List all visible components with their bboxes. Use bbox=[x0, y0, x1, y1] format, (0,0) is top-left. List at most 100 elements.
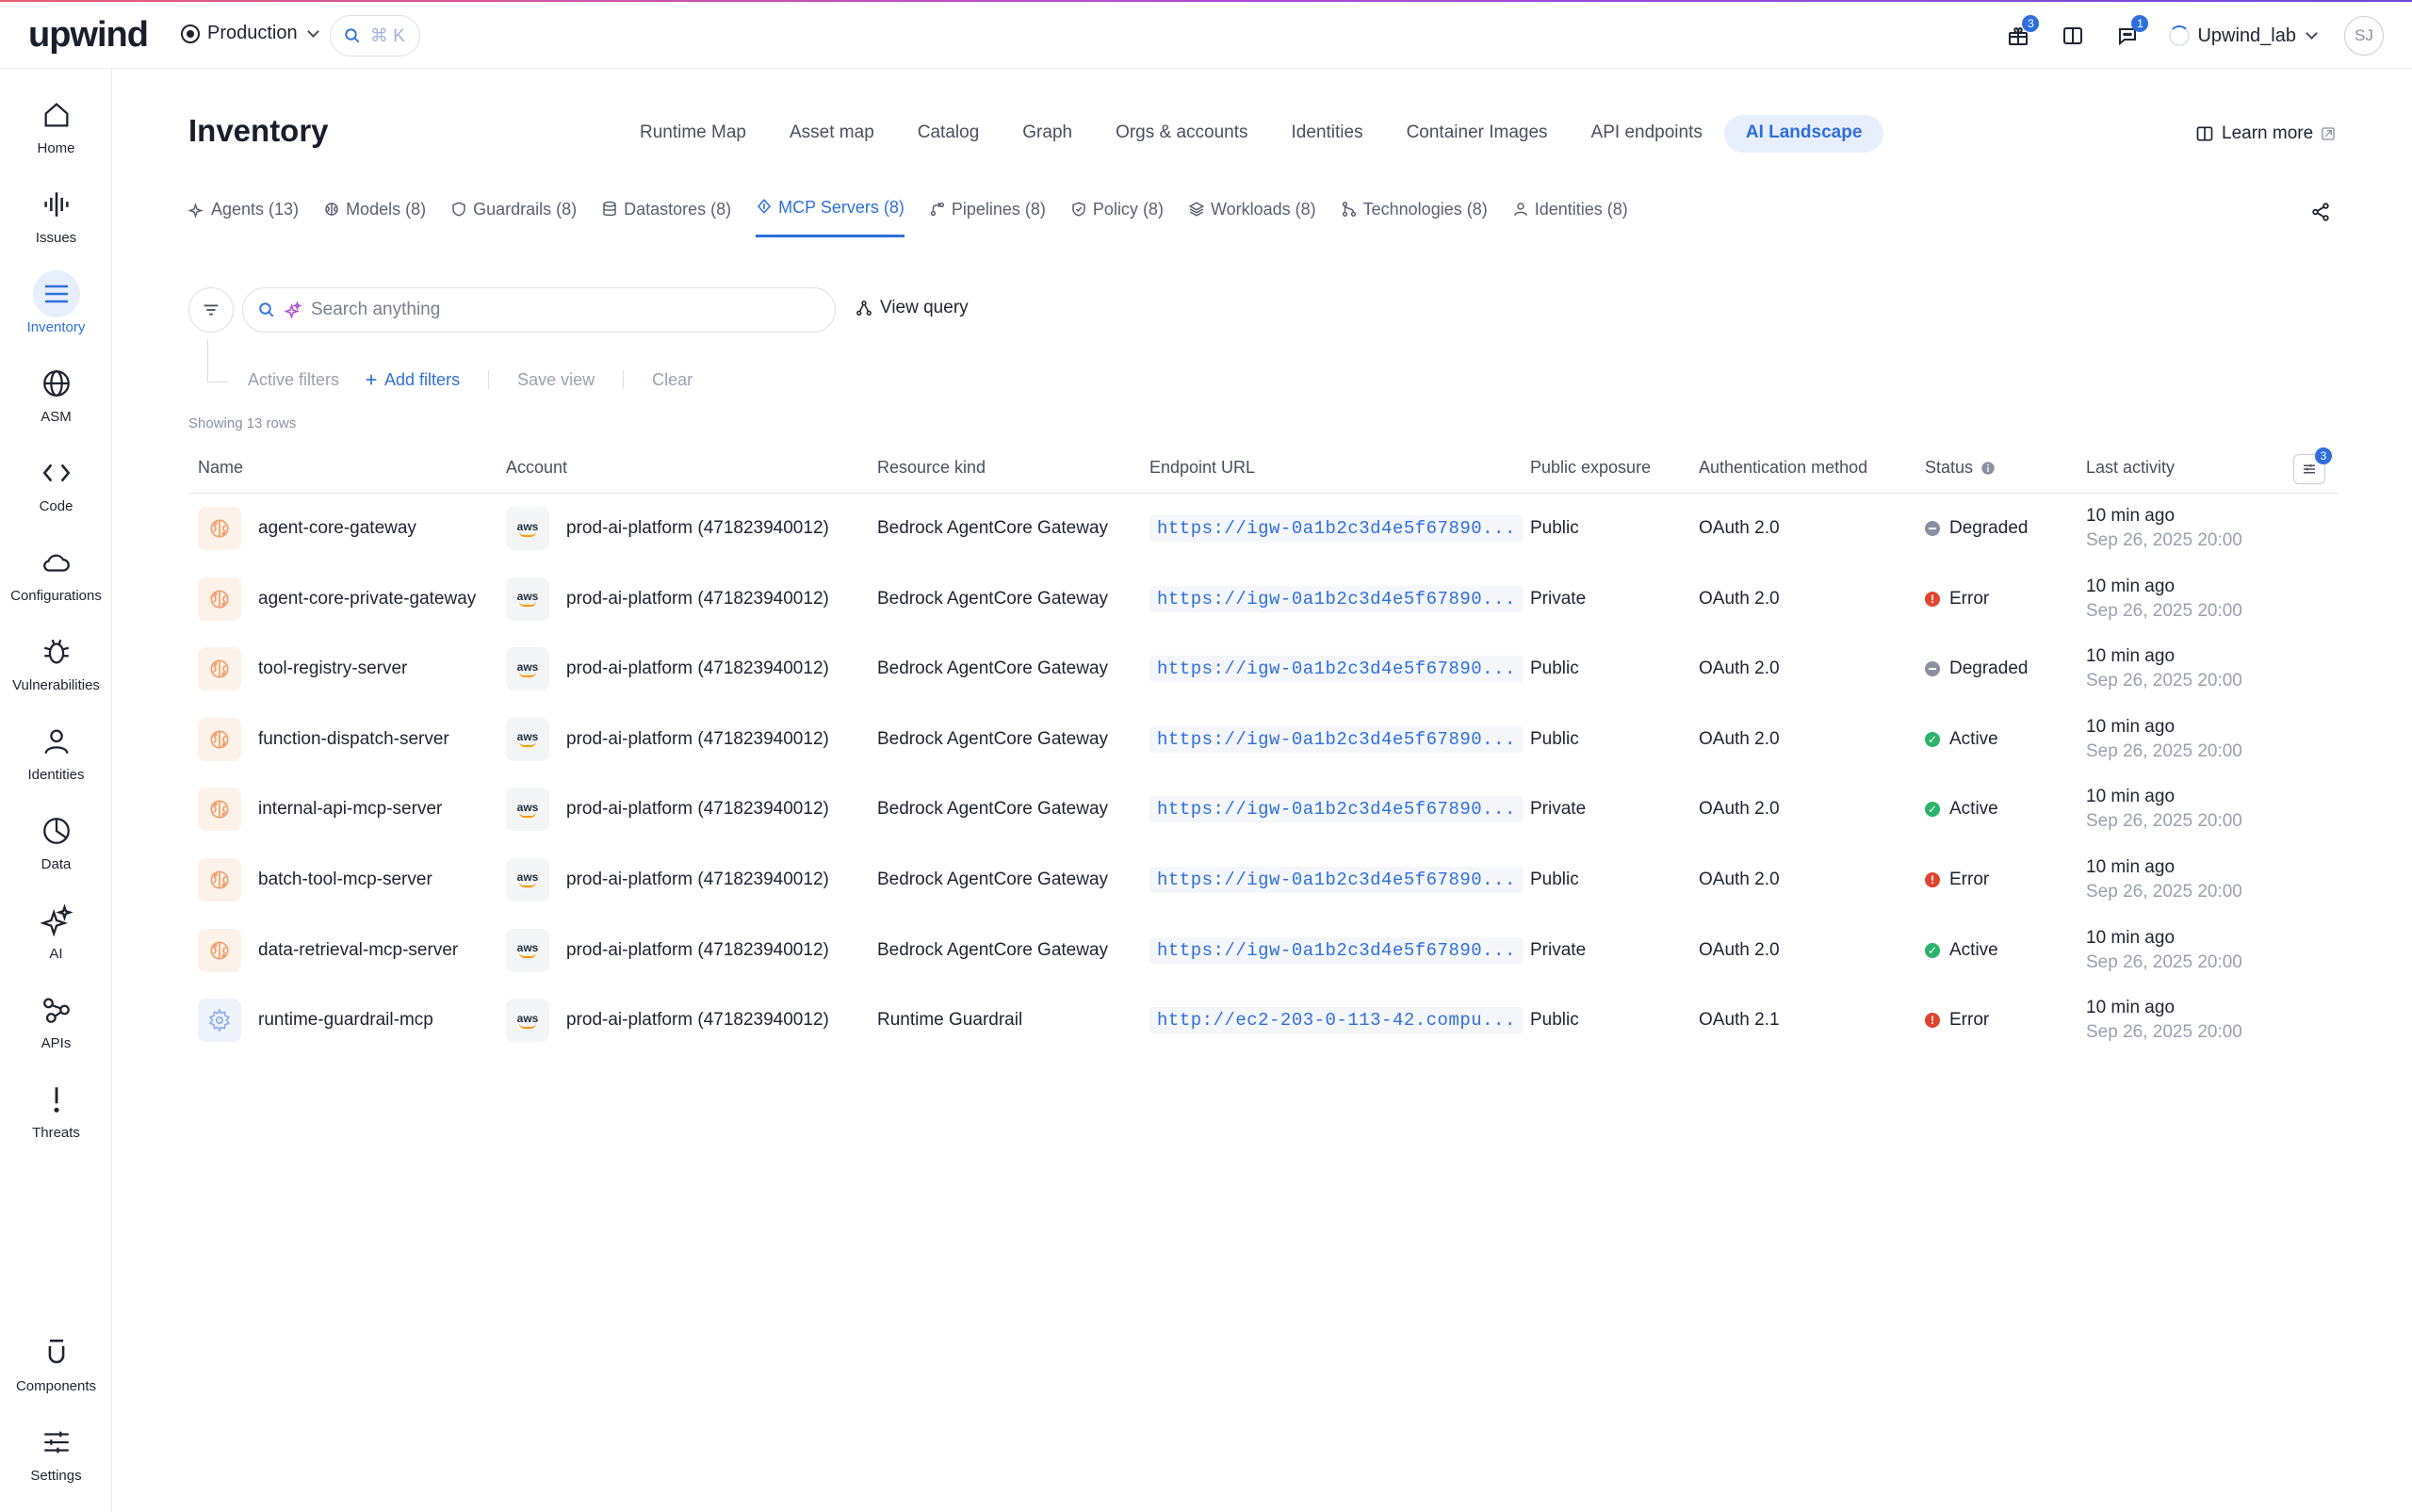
tab-ai-landscape[interactable]: AI Landscape bbox=[1723, 115, 1884, 153]
endpoint-url[interactable]: https://igw-0a1b2c3d4e5f67890... bbox=[1149, 515, 1524, 542]
endpoint-url[interactable]: https://igw-0a1b2c3d4e5f67890... bbox=[1149, 866, 1524, 893]
sidebar-item-inventory[interactable]: Inventory bbox=[0, 270, 112, 355]
server-name[interactable]: runtime-guardrail-mcp bbox=[258, 1010, 433, 1031]
learn-more-link[interactable]: Learn more bbox=[2195, 123, 2336, 144]
name-cell: tool-registry-server bbox=[198, 634, 407, 704]
account-name[interactable]: prod-ai-platform (471823940012) bbox=[566, 1010, 829, 1031]
table-row[interactable]: runtime-guardrail-mcp aws prod-ai-platfo… bbox=[188, 985, 2339, 1056]
table-row[interactable]: tool-registry-server aws prod-ai-platfor… bbox=[188, 634, 2339, 705]
sidebar-item-components[interactable]: Components bbox=[0, 1329, 112, 1414]
server-name[interactable]: function-dispatch-server bbox=[258, 729, 449, 750]
subtab-mcp-servers[interactable]: MCP Servers (8) bbox=[756, 194, 904, 237]
server-name[interactable]: batch-tool-mcp-server bbox=[258, 870, 432, 890]
sidebar-item-threats[interactable]: Threats bbox=[0, 1076, 112, 1161]
subtab-datastores[interactable]: Datastores (8) bbox=[601, 194, 731, 224]
column-header-name[interactable]: Name bbox=[198, 458, 243, 478]
subtab-label: Datastores (8) bbox=[624, 199, 732, 219]
account-name[interactable]: prod-ai-platform (471823940012) bbox=[566, 729, 829, 750]
sidebar-item-data[interactable]: Data bbox=[0, 807, 112, 892]
sidebar-item-ai[interactable]: AI bbox=[0, 897, 112, 982]
share-button[interactable] bbox=[2310, 202, 2331, 227]
account-name[interactable]: prod-ai-platform (471823940012) bbox=[566, 658, 829, 679]
column-settings-button[interactable]: 3 bbox=[2293, 447, 2332, 484]
last-activity-cell: 10 min ago Sep 26, 2025 20:00 bbox=[2086, 494, 2242, 563]
name-cell: agent-core-private-gateway bbox=[198, 564, 476, 634]
tab-identities[interactable]: Identities bbox=[1270, 115, 1385, 153]
column-header-auth-method[interactable]: Authentication method bbox=[1699, 458, 1867, 478]
sidebar-item-home[interactable]: Home bbox=[0, 91, 112, 176]
endpoint-url[interactable]: https://igw-0a1b2c3d4e5f67890... bbox=[1149, 796, 1524, 823]
account-name[interactable]: prod-ai-platform (471823940012) bbox=[566, 940, 829, 961]
status-label: Error bbox=[1949, 869, 1990, 889]
subtab-identities[interactable]: Identities (8) bbox=[1512, 194, 1628, 224]
global-search-button[interactable]: ⌘ K bbox=[330, 15, 420, 57]
sidebar-item-identities[interactable]: Identities bbox=[0, 718, 112, 803]
server-name[interactable]: tool-registry-server bbox=[258, 658, 407, 679]
account-name[interactable]: prod-ai-platform (471823940012) bbox=[566, 518, 829, 539]
sidebar-item-configurations[interactable]: Configurations bbox=[0, 539, 112, 624]
endpoint-url[interactable]: https://igw-0a1b2c3d4e5f67890... bbox=[1149, 725, 1524, 753]
table-row[interactable]: data-retrieval-mcp-server aws prod-ai-pl… bbox=[188, 916, 2339, 986]
account-name[interactable]: prod-ai-platform (471823940012) bbox=[566, 589, 829, 610]
server-name[interactable]: agent-core-gateway bbox=[258, 518, 416, 539]
org-selector[interactable]: Upwind_lab bbox=[2169, 25, 2318, 47]
subtab-policy[interactable]: Policy (8) bbox=[1070, 194, 1164, 224]
last-activity-timestamp: Sep 26, 2025 20:00 bbox=[2086, 600, 2242, 621]
server-name[interactable]: data-retrieval-mcp-server bbox=[258, 940, 458, 961]
sidebar-item-code[interactable]: Code bbox=[0, 449, 112, 534]
endpoint-url[interactable]: http://ec2-203-0-113-42.compu... bbox=[1149, 1007, 1524, 1034]
tab-graph[interactable]: Graph bbox=[1001, 115, 1094, 153]
tab-catalog[interactable]: Catalog bbox=[896, 115, 1002, 153]
column-header-status[interactable]: Status bbox=[1925, 458, 1996, 478]
tab-api-endpoints[interactable]: API endpoints bbox=[1570, 115, 1724, 153]
table-row[interactable]: function-dispatch-server aws prod-ai-pla… bbox=[188, 705, 2339, 775]
tab-orgs-accounts[interactable]: Orgs & accounts bbox=[1094, 115, 1269, 153]
table-row[interactable]: agent-core-private-gateway aws prod-ai-p… bbox=[188, 564, 2339, 635]
tab-container-images[interactable]: Container Images bbox=[1385, 115, 1570, 153]
sidebar-item-asm[interactable]: ASM bbox=[0, 360, 112, 445]
docs-button[interactable] bbox=[2060, 23, 2086, 49]
endpoint-url[interactable]: https://igw-0a1b2c3d4e5f67890... bbox=[1149, 656, 1524, 683]
column-header-public-exposure[interactable]: Public exposure bbox=[1530, 458, 1651, 478]
sidebar-item-apis[interactable]: APIs bbox=[0, 986, 112, 1071]
sidebar-item-vulnerabilities[interactable]: Vulnerabilities bbox=[0, 628, 112, 713]
column-header-label: Status bbox=[1925, 458, 1974, 477]
tab-runtime-map[interactable]: Runtime Map bbox=[618, 115, 768, 153]
column-header-last-activity[interactable]: Last activity bbox=[2086, 458, 2175, 478]
server-name[interactable]: agent-core-private-gateway bbox=[258, 589, 476, 610]
save-view-button[interactable]: Save view bbox=[517, 370, 595, 390]
book-icon bbox=[2063, 27, 2083, 44]
column-header-resource-kind[interactable]: Resource kind bbox=[877, 458, 986, 478]
subtab-technologies[interactable]: Technologies (8) bbox=[1341, 194, 1488, 224]
exposure-cell: Public bbox=[1530, 985, 1579, 1055]
column-header-endpoint-url[interactable]: Endpoint URL bbox=[1149, 458, 1255, 478]
subtab-pipelines[interactable]: Pipelines (8) bbox=[929, 194, 1046, 224]
sidebar-item-settings[interactable]: Settings bbox=[0, 1419, 112, 1504]
environment-selector[interactable]: Production bbox=[181, 23, 319, 44]
avatar[interactable]: SJ bbox=[2344, 16, 2384, 56]
gift-button[interactable]: 3 bbox=[2005, 15, 2040, 49]
account-name[interactable]: prod-ai-platform (471823940012) bbox=[566, 799, 829, 820]
view-query-button[interactable]: View query bbox=[856, 298, 969, 318]
add-filters-button[interactable]: Add filters bbox=[364, 370, 460, 390]
upwind-logo[interactable]: upwind bbox=[28, 15, 149, 56]
table-row[interactable]: agent-core-gateway aws prod-ai-platform … bbox=[188, 494, 2339, 564]
endpoint-url[interactable]: https://igw-0a1b2c3d4e5f67890... bbox=[1149, 936, 1524, 964]
chat-button[interactable]: 1 bbox=[2114, 15, 2149, 49]
table-row[interactable]: internal-api-mcp-server aws prod-ai-plat… bbox=[188, 774, 2339, 845]
subtab-workloads[interactable]: Workloads (8) bbox=[1188, 194, 1316, 224]
filter-toggle-button[interactable] bbox=[188, 287, 234, 333]
server-name[interactable]: internal-api-mcp-server bbox=[258, 799, 442, 820]
subtab-guardrails[interactable]: Guardrails (8) bbox=[450, 194, 577, 224]
column-header-account[interactable]: Account bbox=[506, 458, 567, 478]
tab-asset-map[interactable]: Asset map bbox=[768, 115, 896, 153]
sidebar-item-issues[interactable]: Issues bbox=[0, 181, 112, 266]
search-input[interactable] bbox=[311, 300, 782, 320]
table-row[interactable]: batch-tool-mcp-server aws prod-ai-platfo… bbox=[188, 845, 2339, 916]
clear-button[interactable]: Clear bbox=[652, 370, 693, 390]
subtab-label: MCP Servers (8) bbox=[778, 198, 904, 217]
subtab-agents[interactable]: Agents (13) bbox=[188, 194, 299, 224]
subtab-models[interactable]: Models (8) bbox=[323, 194, 426, 224]
account-name[interactable]: prod-ai-platform (471823940012) bbox=[566, 870, 829, 890]
endpoint-url[interactable]: https://igw-0a1b2c3d4e5f67890... bbox=[1149, 585, 1524, 612]
